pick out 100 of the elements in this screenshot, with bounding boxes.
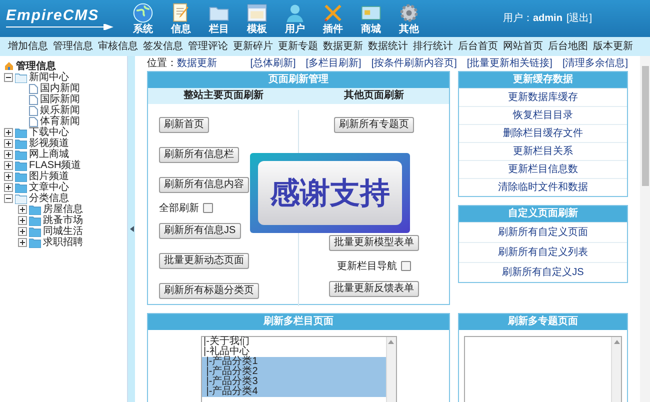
quick-link[interactable]: [多栏目刷新] xyxy=(306,56,362,71)
tree-item[interactable]: 房屋信息 xyxy=(43,204,83,215)
nav-link[interactable]: 数据更新 xyxy=(323,39,363,54)
page-scrollbar[interactable] xyxy=(640,56,650,402)
cache-link[interactable]: 更新栏目信息数 xyxy=(508,162,578,177)
refresh-button[interactable]: 刷新所有信息JS xyxy=(159,223,241,239)
quick-link[interactable]: [清理多余信息] xyxy=(562,56,628,71)
expand-icon[interactable] xyxy=(4,183,13,192)
tree-item[interactable]: 分类信息 xyxy=(29,193,69,204)
quick-link[interactable]: [总体刷新] xyxy=(250,56,296,71)
tree-item[interactable]: 新闻中心 xyxy=(29,72,69,83)
thanks-text: 感谢支持 xyxy=(270,176,390,212)
tree-item[interactable]: 国际新闻 xyxy=(40,94,80,105)
panel-header: 页面刷新管理 xyxy=(148,72,449,88)
collapse-arrow-icon[interactable] xyxy=(130,226,134,232)
module-tab[interactable]: 系统 xyxy=(128,2,158,36)
custom-link[interactable]: 刷新所有自定义列表 xyxy=(498,245,588,260)
expand-icon[interactable] xyxy=(4,139,13,148)
refresh-button[interactable]: 批量更新模型表单 xyxy=(328,235,419,251)
nav-link[interactable]: 后台首页 xyxy=(458,39,498,54)
nav-link[interactable]: 数据统计 xyxy=(368,39,408,54)
refresh-button[interactable]: 批量更新反馈表单 xyxy=(328,281,419,297)
cache-link[interactable]: 清除临时文件和数据 xyxy=(498,180,588,195)
refresh-button[interactable]: 刷新所有标题分类页 xyxy=(159,283,259,299)
refresh-button[interactable]: 刷新首页 xyxy=(159,117,209,133)
nav-link[interactable]: 更新专题 xyxy=(278,39,318,54)
module-tab[interactable]: 栏目 xyxy=(204,2,234,36)
nav-link[interactable]: 管理信息 xyxy=(53,39,93,54)
expand-icon[interactable] xyxy=(18,205,27,214)
folder-icon xyxy=(15,160,27,170)
tree-item[interactable]: 图片频道 xyxy=(29,171,69,182)
tree-item[interactable]: 求职招聘 xyxy=(43,237,83,248)
logo[interactable]: EmpireCMS xyxy=(6,8,128,24)
nav-link[interactable]: 增加信息 xyxy=(8,39,48,54)
list-option[interactable]: |-产品分类3 xyxy=(202,377,386,387)
module-tab[interactable]: 用户 xyxy=(280,2,310,36)
scrollbar[interactable] xyxy=(611,337,621,402)
scroll-thumb[interactable] xyxy=(642,66,648,186)
breadcrumb-label: 位置： xyxy=(147,56,177,71)
nav-link[interactable]: 管理评论 xyxy=(188,39,228,54)
module-tab[interactable]: 模板 xyxy=(242,2,272,36)
logout-link[interactable]: [退出] xyxy=(566,11,592,26)
tree-item[interactable]: 跳蚤市场 xyxy=(43,215,83,226)
nav-link[interactable]: 排行统计 xyxy=(413,39,453,54)
tree-item[interactable]: 体育新闻 xyxy=(40,116,80,127)
module-tab[interactable]: 商城 xyxy=(356,2,386,36)
nav-link[interactable]: 版本更新 xyxy=(593,39,633,54)
cache-link[interactable]: 删除栏目缓存文件 xyxy=(503,126,583,141)
list-option[interactable]: |-产品分类4 xyxy=(202,387,386,397)
refresh-button[interactable]: 刷新所有专题页 xyxy=(334,117,414,133)
column-heading: 其他页面刷新 xyxy=(342,88,405,103)
expand-icon[interactable] xyxy=(18,238,27,247)
nav-link[interactable]: 审核信息 xyxy=(98,39,138,54)
scrollbar[interactable] xyxy=(386,337,396,402)
tree-item[interactable]: FLASH频道 xyxy=(29,160,82,171)
checkbox[interactable] xyxy=(203,203,213,213)
cache-link[interactable]: 恢复栏目目录 xyxy=(513,108,573,123)
expand-icon[interactable] xyxy=(4,161,13,170)
collapse-icon[interactable] xyxy=(4,194,13,203)
quick-link[interactable]: [批量更新相关链接] xyxy=(466,56,552,71)
expand-icon[interactable] xyxy=(4,128,13,137)
expand-icon[interactable] xyxy=(4,150,13,159)
refresh-button[interactable]: 批量更新动态页面 xyxy=(159,253,249,269)
expand-icon[interactable] xyxy=(4,172,13,181)
refresh-button[interactable]: 刷新所有信息栏 xyxy=(159,147,239,163)
expand-icon[interactable] xyxy=(18,227,27,236)
panel-header: 刷新多栏目页面 xyxy=(148,314,449,330)
module-tab[interactable]: 插件 xyxy=(318,2,348,36)
list-option[interactable]: |-产品分类2 xyxy=(202,367,386,377)
nav-link[interactable]: 更新碎片 xyxy=(233,39,273,54)
quick-link[interactable]: [按条件刷新内容页] xyxy=(371,56,457,71)
tree-item[interactable]: 文章中心 xyxy=(29,182,69,193)
tree-item[interactable]: 下载中心 xyxy=(29,127,69,138)
tree-item[interactable]: 同城生活 xyxy=(43,226,83,237)
folder-icon xyxy=(29,204,41,214)
module-tab[interactable]: 信息 xyxy=(166,2,196,36)
nav-link[interactable]: 签发信息 xyxy=(143,39,183,54)
list-option[interactable]: |-产品分类1 xyxy=(202,357,386,367)
custom-link[interactable]: 刷新所有自定义JS xyxy=(502,265,584,280)
tree-item[interactable]: 娱乐新闻 xyxy=(40,105,80,116)
checkbox[interactable] xyxy=(400,261,411,271)
panel-header: 刷新多专题页面 xyxy=(459,314,627,330)
tree-title: 管理信息 xyxy=(16,60,56,72)
nav-link[interactable]: 网站首页 xyxy=(503,39,543,54)
folder-icon xyxy=(15,172,27,182)
custom-link[interactable]: 刷新所有自定义页面 xyxy=(498,225,588,240)
logo-arrow-icon xyxy=(6,24,114,30)
tree-item[interactable]: 网上商城 xyxy=(29,149,69,160)
refresh-button[interactable]: 刷新所有信息内容 xyxy=(159,177,249,193)
column-listbox[interactable]: |-关于我们 |-礼品中心 |-产品分类1 |-产品分类2 |-产品分类3 |-产品分类4 xyxy=(200,336,396,402)
tree-item[interactable]: 影视频道 xyxy=(29,138,69,149)
nav-link[interactable]: 后台地图 xyxy=(548,39,588,54)
expand-icon[interactable] xyxy=(18,216,27,225)
gear-icon xyxy=(398,2,420,24)
cache-link[interactable]: 更新数据库缓存 xyxy=(508,90,578,105)
module-tab[interactable]: 其他 xyxy=(394,2,424,36)
collapse-icon[interactable] xyxy=(4,73,13,82)
tree-item[interactable]: 国内新闻 xyxy=(40,83,80,94)
breadcrumb-link[interactable]: 数据更新 xyxy=(177,56,217,71)
cache-link[interactable]: 更新栏目关系 xyxy=(513,144,573,159)
